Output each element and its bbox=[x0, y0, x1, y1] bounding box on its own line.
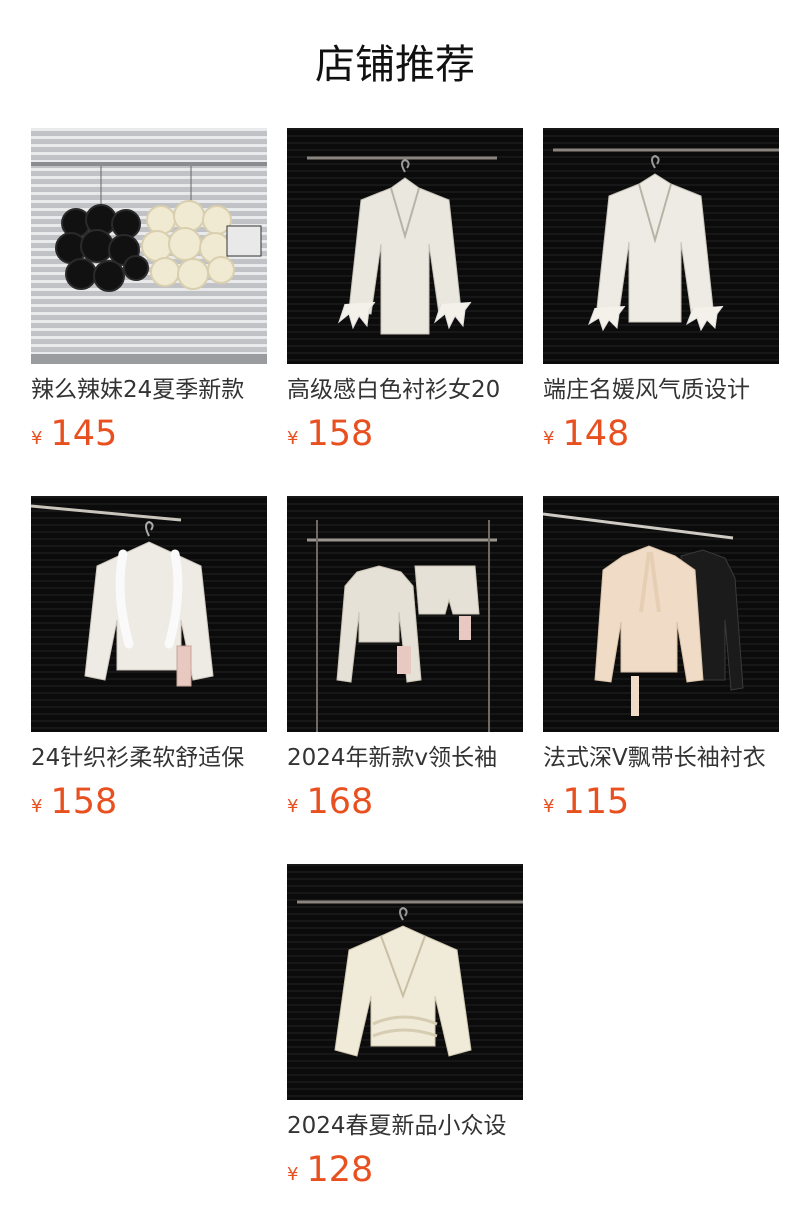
sequin-set-illustration bbox=[307, 520, 497, 732]
product-card[interactable]: 2024春夏新品小众设 ¥128 bbox=[287, 864, 523, 1190]
product-image[interactable] bbox=[287, 128, 523, 364]
product-card[interactable]: 高级感白色衬衫女20 ¥158 bbox=[287, 128, 523, 454]
price-value: 148 bbox=[562, 414, 630, 454]
product-name[interactable]: 2024春夏新品小众设 bbox=[287, 1110, 523, 1142]
product-price: ¥145 bbox=[31, 414, 117, 454]
wrap-blouse-illustration bbox=[297, 900, 523, 1057]
price-value: 158 bbox=[306, 414, 374, 454]
rose-skirts-illustration bbox=[31, 162, 267, 364]
product-price: ¥128 bbox=[287, 1150, 373, 1190]
product-price: ¥168 bbox=[287, 782, 373, 822]
product-card[interactable]: 端庄名媛风气质设计 ¥148 bbox=[543, 128, 779, 454]
currency-symbol: ¥ bbox=[287, 796, 299, 817]
price-value: 128 bbox=[306, 1150, 374, 1190]
product-price: ¥148 bbox=[543, 414, 629, 454]
currency-symbol: ¥ bbox=[543, 796, 555, 817]
product-price: ¥158 bbox=[31, 782, 117, 822]
product-name[interactable]: 辣么辣妹24夏季新款 bbox=[31, 374, 267, 406]
cardigan-illustration bbox=[31, 504, 214, 687]
product-image[interactable] bbox=[543, 496, 779, 732]
price-value: 168 bbox=[306, 782, 374, 822]
product-card[interactable]: 2024年新款v领长袖 ¥168 bbox=[287, 496, 523, 822]
product-name[interactable]: 高级感白色衬衫女20 bbox=[287, 374, 523, 406]
currency-symbol: ¥ bbox=[31, 428, 43, 449]
product-image[interactable] bbox=[31, 496, 267, 732]
product-name[interactable]: 24针织衫柔软舒适保 bbox=[31, 742, 267, 774]
white-blouse-illustration bbox=[307, 156, 497, 335]
section-title: 店铺推荐 bbox=[315, 42, 475, 88]
product-name[interactable]: 法式深V飘带长袖衬衣 bbox=[543, 742, 779, 774]
currency-symbol: ¥ bbox=[543, 428, 555, 449]
price-value: 158 bbox=[50, 782, 118, 822]
product-card[interactable]: 法式深V飘带长袖衬衣 ¥115 bbox=[543, 496, 779, 822]
product-image[interactable] bbox=[287, 496, 523, 732]
price-value: 145 bbox=[50, 414, 118, 454]
currency-symbol: ¥ bbox=[31, 796, 43, 817]
product-image[interactable] bbox=[287, 864, 523, 1100]
product-price: ¥158 bbox=[287, 414, 373, 454]
white-blouse-illustration bbox=[553, 148, 779, 332]
product-card[interactable]: 辣么辣妹24夏季新款 ¥145 bbox=[31, 128, 267, 454]
product-image[interactable] bbox=[31, 128, 267, 364]
product-price: ¥115 bbox=[543, 782, 629, 822]
currency-symbol: ¥ bbox=[287, 428, 299, 449]
product-name[interactable]: 端庄名媛风气质设计 bbox=[543, 374, 779, 406]
price-value: 115 bbox=[562, 782, 630, 822]
currency-symbol: ¥ bbox=[287, 1164, 299, 1185]
product-image[interactable] bbox=[543, 128, 779, 364]
tie-neck-shirts-illustration bbox=[543, 512, 744, 716]
product-name[interactable]: 2024年新款v领长袖 bbox=[287, 742, 523, 774]
product-card[interactable]: 24针织衫柔软舒适保 ¥158 bbox=[31, 496, 267, 822]
